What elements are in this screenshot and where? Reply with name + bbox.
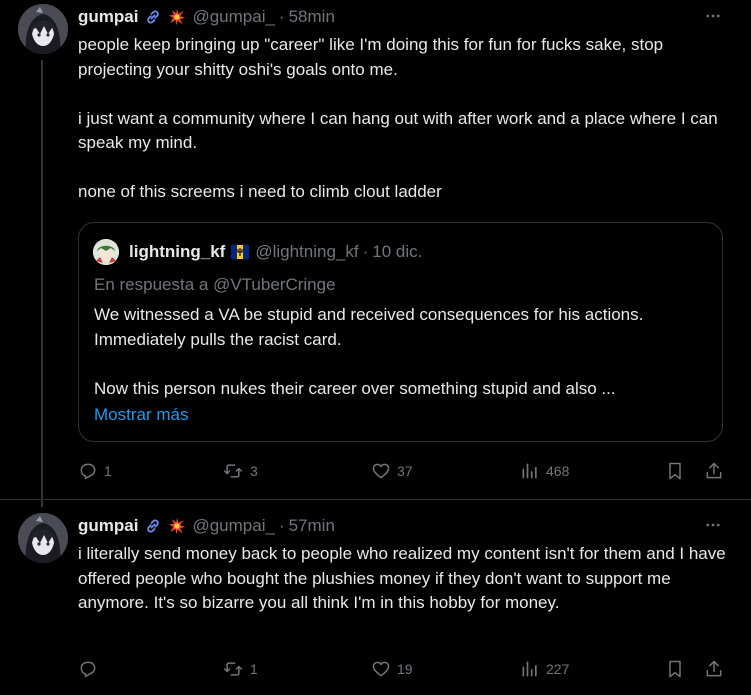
tweet-paragraph: i literally send money back to people wh…	[78, 544, 726, 612]
timestamp[interactable]: 57min	[289, 516, 335, 536]
quoted-text: We witnessed a VA be stupid and received…	[94, 303, 704, 401]
bookmark-icon	[665, 659, 685, 679]
more-options-icon[interactable]	[703, 6, 723, 26]
tweet-header: gumpai @gumpai_ · 58min	[78, 6, 335, 28]
repost-icon	[222, 659, 244, 679]
explosion-icon	[168, 517, 186, 535]
link-icon	[144, 8, 162, 26]
tweet-paragraph: none of this screems i need to climb clo…	[78, 182, 442, 201]
share-button[interactable]	[704, 657, 724, 681]
quoted-tweet[interactable]: lightning_kf @lightning_kf · 10 dic. En …	[78, 222, 723, 442]
separator: ·	[362, 242, 369, 261]
author-name[interactable]: gumpai	[78, 7, 138, 27]
thread-line	[41, 60, 43, 507]
like-button[interactable]: 37	[371, 459, 413, 483]
repost-count: 3	[250, 463, 258, 479]
heart-icon	[371, 659, 391, 679]
avatar[interactable]	[18, 4, 68, 54]
share-button[interactable]	[704, 459, 724, 483]
tweet-paragraph: i just want a community where I can hang…	[78, 108, 718, 153]
barbados-flag-icon	[231, 245, 250, 259]
share-icon	[704, 659, 724, 679]
tweet-text: people keep bringing up "career" like I'…	[78, 33, 728, 205]
heart-icon	[371, 461, 391, 481]
reply-context: En respuesta a @VTuberCringe	[94, 275, 336, 294]
views-count: 227	[546, 661, 570, 677]
action-bar: 1 3 37 468	[0, 459, 751, 483]
repost-button[interactable]: 1	[222, 657, 258, 681]
quoted-author-handle[interactable]: @lightning_kf	[255, 242, 358, 262]
bookmark-icon	[665, 461, 685, 481]
avatar[interactable]	[18, 513, 68, 563]
repost-count: 1	[250, 661, 258, 677]
tweet-paragraph: people keep bringing up "career" like I'…	[78, 35, 664, 79]
link-icon	[144, 517, 162, 535]
timestamp[interactable]: 58min	[289, 7, 335, 27]
tweet-header: gumpai @gumpai_ · 57min	[78, 515, 335, 537]
quoted-paragraph: Now this person nukes their career over …	[94, 378, 616, 398]
more-options-icon[interactable]	[703, 515, 723, 535]
quoted-author-name[interactable]: lightning_kf	[129, 242, 225, 262]
bookmark-button[interactable]	[665, 459, 685, 483]
tweet-text: i literally send money back to people wh…	[78, 542, 728, 616]
reply-icon	[78, 461, 98, 481]
quoted-date: 10 dic.	[372, 242, 423, 261]
reply-button[interactable]: 1	[78, 459, 112, 483]
like-count: 19	[397, 661, 413, 677]
views-icon	[520, 659, 540, 679]
share-icon	[704, 461, 724, 481]
reply-count: 1	[104, 463, 112, 479]
quoted-avatar	[93, 239, 119, 265]
quoted-paragraph: We witnessed a VA be stupid and received…	[94, 305, 644, 349]
views-button[interactable]: 227	[520, 657, 569, 681]
like-button[interactable]: 19	[371, 657, 413, 681]
author-name[interactable]: gumpai	[78, 516, 138, 536]
author-handle[interactable]: @gumpai_	[192, 7, 274, 27]
views-count: 468	[546, 463, 570, 479]
separator: ·	[278, 7, 285, 26]
quoted-header: lightning_kf @lightning_kf · 10 dic.	[129, 242, 422, 262]
show-more-link[interactable]: Mostrar más	[94, 405, 188, 425]
bookmark-button[interactable]	[665, 657, 685, 681]
views-button[interactable]: 468	[520, 459, 569, 483]
author-handle[interactable]: @gumpai_	[192, 516, 274, 536]
separator: ·	[278, 516, 285, 535]
repost-icon	[222, 461, 244, 481]
tweet[interactable]: gumpai @gumpai_ · 58min people keep brin…	[0, 0, 751, 507]
reply-icon	[78, 659, 98, 679]
repost-button[interactable]: 3	[222, 459, 258, 483]
views-icon	[520, 461, 540, 481]
tweet[interactable]: gumpai @gumpai_ · 57min i literally send…	[0, 499, 751, 695]
explosion-icon	[168, 8, 186, 26]
like-count: 37	[397, 463, 413, 479]
reply-button[interactable]	[78, 657, 104, 681]
action-bar: 1 19 227	[0, 657, 751, 681]
